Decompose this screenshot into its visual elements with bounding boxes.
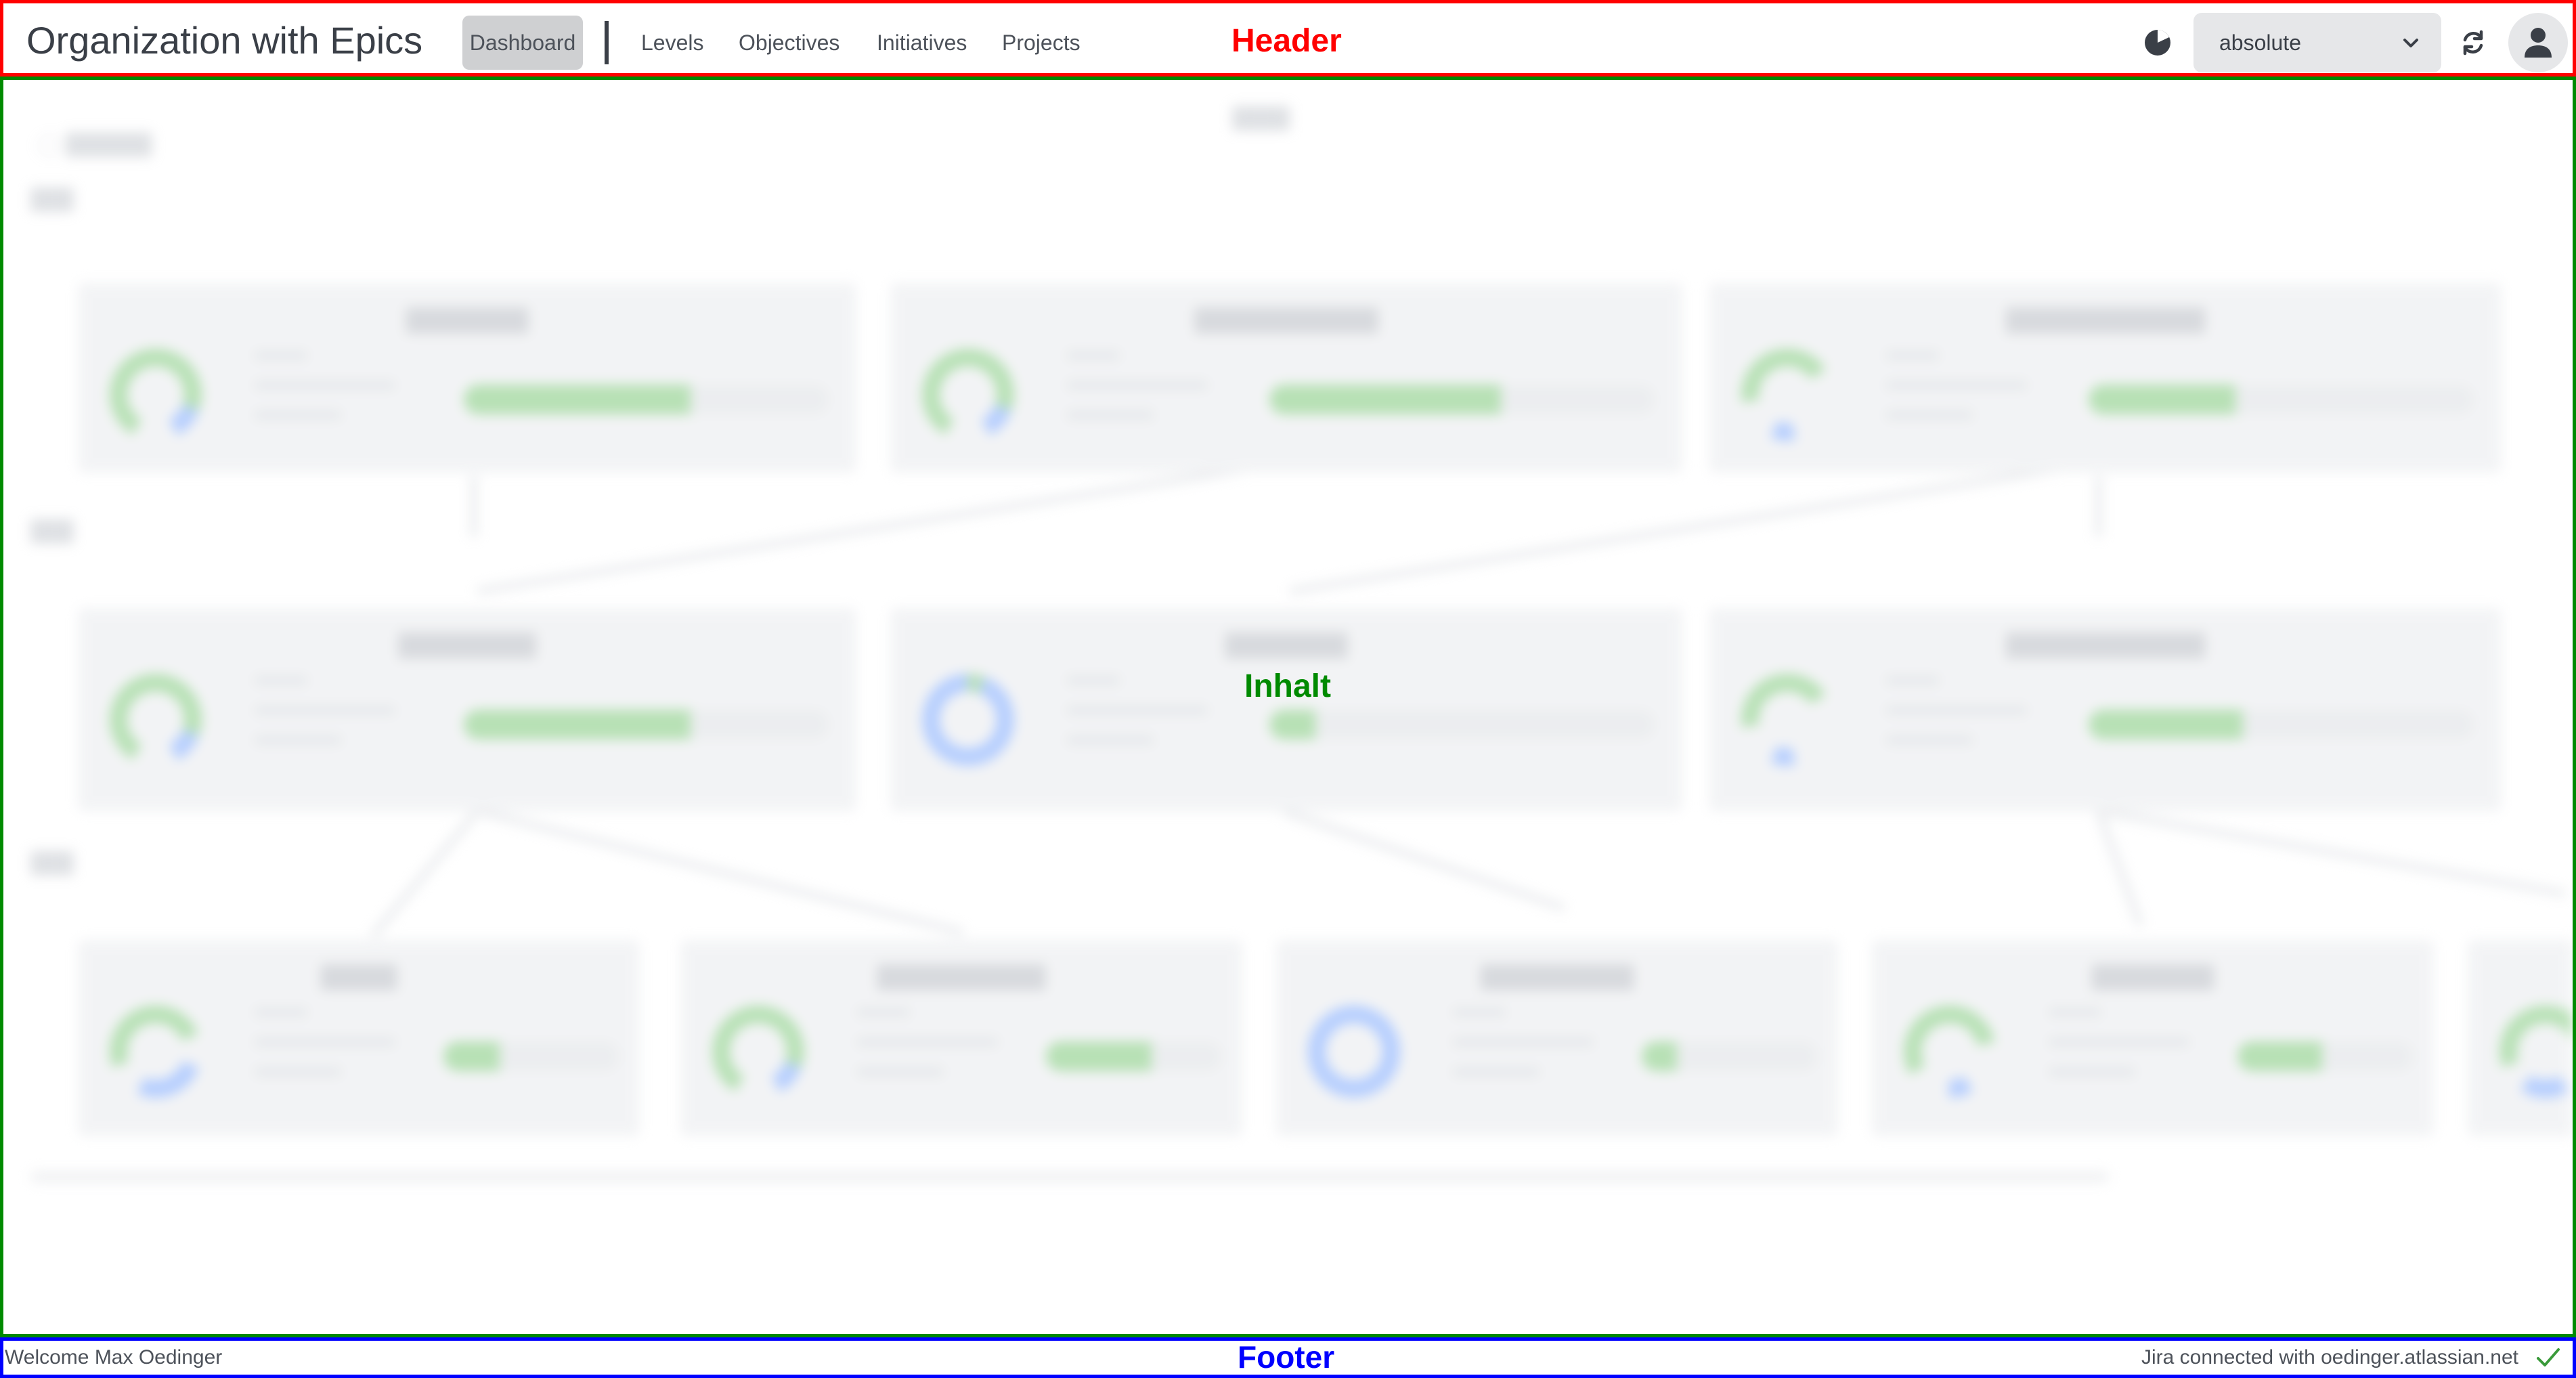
horizontal-scrollbar [30, 1171, 2109, 1182]
project-card: ███████████ [680, 940, 1242, 1136]
progress-donut [712, 1006, 804, 1098]
footer-section-label: Footer [1238, 1339, 1335, 1375]
progress-donut [110, 674, 202, 766]
connector [2098, 808, 2567, 897]
initiative-card: ████████ [890, 608, 1682, 811]
project-card: ████████ [1872, 940, 2434, 1136]
progress-donut [922, 674, 1014, 766]
progress-donut [1741, 673, 1833, 766]
refresh-icon[interactable] [2458, 28, 2488, 58]
welcome-text: Welcome Max Oedinger [5, 1346, 223, 1369]
content-area: ████ ◯ ██████ ███ ███ ███ ████████ █████… [0, 77, 2576, 1337]
connector [471, 476, 477, 537]
nav-dashboard[interactable]: Dashboard [462, 16, 583, 70]
project-card: █████ [78, 940, 640, 1136]
connector [2095, 810, 2144, 927]
project-card [2468, 940, 2573, 1136]
objective-card: █████████████ [1709, 283, 2502, 473]
connector [1282, 808, 1566, 911]
pie-chart-icon[interactable] [2143, 28, 2173, 58]
footer: Welcome Max Oedinger Footer Jira connect… [0, 1337, 2576, 1378]
initiative-card: █████████ [78, 608, 856, 811]
user-menu-button[interactable] [2508, 13, 2568, 72]
progress-donut [1308, 1006, 1400, 1098]
blurred-text: ███ [30, 520, 74, 542]
connector [370, 809, 480, 939]
mode-select[interactable]: absolute [2193, 13, 2441, 72]
initiative-card: █████████████ [1709, 608, 2502, 811]
connector [2095, 476, 2102, 537]
nav-projects[interactable]: Projects [1002, 16, 1080, 70]
nav-levels[interactable]: Levels [641, 16, 704, 70]
blurred-text: ████ [1232, 107, 1290, 129]
chevron-down-icon [2403, 39, 2418, 47]
progress-donut [1741, 349, 1833, 441]
mode-select-value: absolute [2219, 30, 2301, 55]
jira-status-text: Jira connected with oedinger.atlassian.n… [2141, 1346, 2518, 1369]
objective-card: ████████ [78, 283, 856, 473]
check-icon [2537, 1348, 2560, 1366]
header: Organization with Epics Dashboard Levels… [0, 0, 2576, 77]
connector [477, 460, 1281, 595]
nav-initiatives[interactable]: Initiatives [877, 16, 967, 70]
blurred-text: ███ [30, 852, 74, 874]
progress-donut [1904, 1006, 1996, 1098]
progress-donut [2499, 1006, 2573, 1098]
content-section-label: Inhalt [1244, 668, 1331, 704]
connector [1289, 460, 2093, 595]
nav-objectives[interactable]: Objectives [739, 16, 839, 70]
nav-divider [605, 21, 609, 64]
progress-donut [922, 349, 1014, 441]
header-section-label: Header [1231, 23, 1342, 59]
progress-donut [110, 349, 202, 441]
connector [476, 808, 965, 936]
blurred-text: ◯ ██████ [37, 133, 152, 156]
app-title: Organization with Epics [26, 19, 423, 62]
objective-card: ████████████ [890, 283, 1682, 473]
project-card: ██████████ [1276, 940, 1838, 1136]
progress-donut [110, 1006, 202, 1098]
blurred-text: ███ [30, 188, 74, 211]
user-icon [2525, 28, 2552, 58]
